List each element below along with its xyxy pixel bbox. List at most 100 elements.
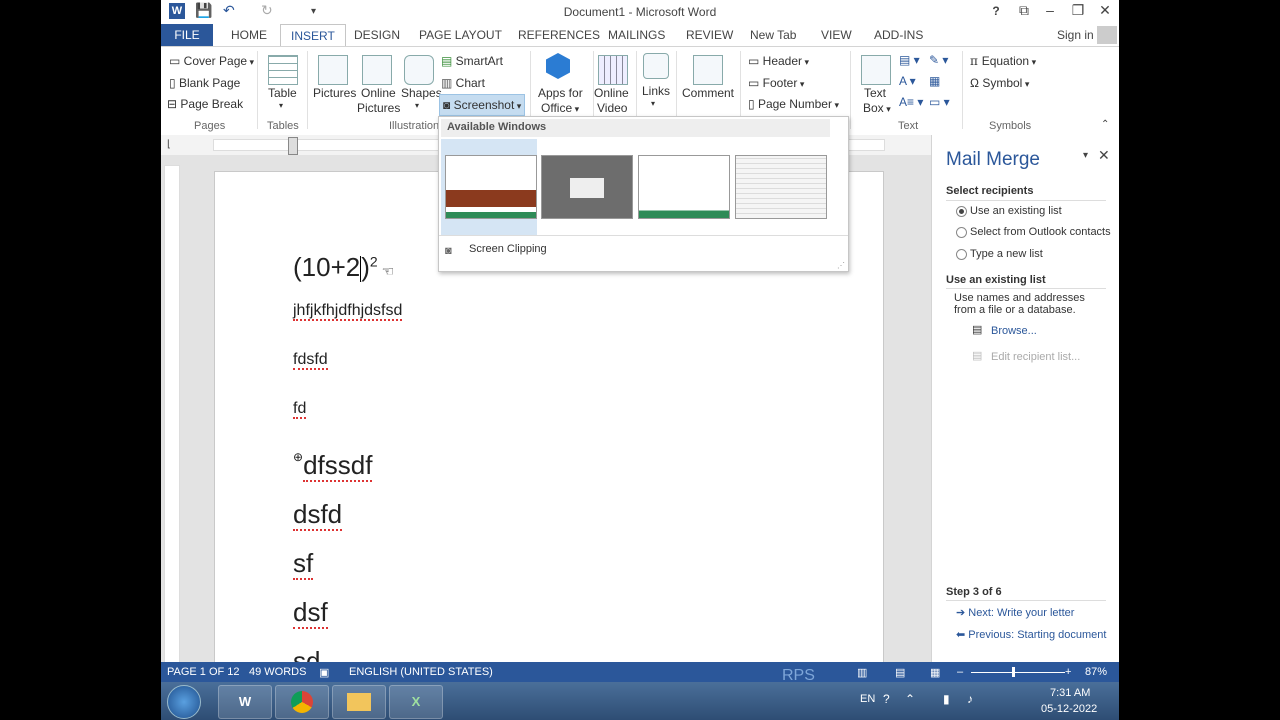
table-icon[interactable] [268,55,298,85]
zoom-in-button[interactable]: + [1065,666,1071,678]
web-layout-icon[interactable]: ▦ [930,666,940,679]
read-mode-icon[interactable]: ▥ [857,666,867,679]
pictures-icon[interactable] [318,55,348,85]
zoom-slider[interactable] [971,672,1065,673]
collapse-ribbon-icon[interactable]: ⌃ [1101,119,1109,130]
text-line[interactable]: dsfd [293,499,343,531]
radio-outlook-contacts[interactable] [956,227,967,238]
pane-close-icon[interactable]: ✕ [1098,147,1110,164]
window-thumbnail[interactable] [638,155,730,219]
screen-clipping-option[interactable]: Screen Clipping [469,243,547,255]
tab-view[interactable]: VIEW [821,28,852,42]
online-pictures-button[interactable]: Online [361,86,396,100]
text-line[interactable]: sf [293,548,314,580]
proofing-icon[interactable]: ▣ [319,666,329,679]
previous-step-link[interactable]: ⬅ Previous: Starting document [956,628,1106,641]
chart-button[interactable]: ▥ Chart [441,76,485,90]
option-label[interactable]: Use an existing list [970,205,1062,217]
pictures-button[interactable]: Pictures [313,86,356,100]
tab-file[interactable]: FILE [161,24,213,46]
tab-insert[interactable]: INSERT [280,24,346,47]
taskbar-word[interactable]: W [218,685,272,719]
tab-home[interactable]: HOME [231,28,267,42]
print-layout-icon[interactable]: ▤ [895,666,905,679]
shapes-icon[interactable] [404,55,434,85]
wordart-icon[interactable]: A ▾ [899,74,916,88]
move-handle-icon[interactable]: ⊕ [293,450,303,464]
window-thumbnail[interactable] [735,155,827,219]
shapes-dropdown-icon[interactable]: ▾ [415,101,419,110]
help-icon[interactable]: ? [883,692,890,706]
option-label[interactable]: Select from Outlook contacts [970,226,1111,238]
online-video-button[interactable]: Online [594,86,629,100]
shapes-button[interactable]: Shapes [401,86,442,100]
window-thumbnail[interactable] [445,155,537,219]
volume-icon[interactable]: ♪ [967,692,973,706]
text-box-icon[interactable] [861,55,891,85]
table-dropdown-icon[interactable]: ▾ [279,101,283,110]
pane-options-icon[interactable]: ▾ [1083,150,1088,161]
sign-in-link[interactable]: Sign in [1057,28,1094,42]
next-step-link[interactable]: ➔ Next: Write your letter [956,606,1074,619]
help-button[interactable]: ? [984,4,1008,18]
blank-page-button[interactable]: ▯ Blank Page [169,76,240,90]
radio-new-list[interactable] [956,249,967,260]
date-time-icon[interactable]: ▦ [929,74,940,88]
symbol-button[interactable]: Ω Symbol ▾ [970,76,1029,90]
word-count[interactable]: 49 WORDS [249,666,306,678]
text-box-button[interactable]: Text [864,86,886,100]
links-dropdown-icon[interactable]: ▾ [651,99,655,108]
drop-cap-icon[interactable]: A≡ ▾ [899,95,923,109]
option-label[interactable]: Type a new list [970,248,1043,260]
clock-time[interactable]: 7:31 AM [1050,687,1090,699]
tab-new-tab[interactable]: New Tab [750,28,796,42]
online-pictures-icon[interactable] [362,55,392,85]
minimize-button[interactable]: – [1038,2,1062,18]
text-line[interactable]: fdsfd [293,351,328,370]
page-number-button[interactable]: ▯ Page Number ▾ [748,97,839,111]
avatar[interactable] [1097,26,1117,44]
screenshot-button[interactable]: ◙ Screenshot ▾ [439,94,526,116]
taskbar-excel[interactable]: X [389,685,443,719]
window-thumbnail[interactable] [541,155,633,219]
footer-button[interactable]: ▭ Footer ▾ [748,76,804,90]
zoom-out-button[interactable]: – [957,666,963,678]
comment-icon[interactable] [693,55,723,85]
tab-page-layout[interactable]: PAGE LAYOUT [419,28,502,42]
taskbar-explorer[interactable] [332,685,386,719]
tab-design[interactable]: DESIGN [354,28,400,42]
comment-button[interactable]: Comment [682,86,734,100]
page-count[interactable]: PAGE 1 OF 12 [167,666,240,678]
language-indicator[interactable]: ENGLISH (UNITED STATES) [349,666,493,678]
tray-arrow-icon[interactable]: ⌃ [905,692,915,706]
equation-button[interactable]: π Equation ▾ [970,54,1036,68]
tab-review[interactable]: REVIEW [686,28,733,42]
tab-mailings[interactable]: MAILINGS [608,28,665,42]
taskbar-chrome[interactable] [275,685,329,719]
zoom-level[interactable]: 87% [1085,666,1107,678]
equation-line[interactable]: (10+2)2 ☜ [293,252,394,283]
apps-for-office-icon[interactable] [546,53,570,79]
online-video-icon[interactable] [598,55,628,85]
table-button[interactable]: Table [268,86,297,100]
links-icon[interactable] [643,53,669,79]
tab-references[interactable]: REFERENCES [518,28,600,42]
start-button[interactable] [167,685,201,719]
page-break-button[interactable]: ⊟ Page Break [167,97,243,111]
smartart-button[interactable]: ▤ SmartArt [441,54,503,68]
quick-parts-icon[interactable]: ▤ ▾ [899,53,920,67]
indent-marker-icon[interactable] [288,137,298,155]
clock-date[interactable]: 05-12-2022 [1041,703,1097,715]
zoom-slider-thumb[interactable] [1012,667,1015,677]
apps-for-office-button[interactable]: Apps for [538,86,583,100]
links-button[interactable]: Links [642,84,670,98]
radio-existing-list[interactable] [956,206,967,217]
tab-selector-icon[interactable]: ⌊ [167,139,171,150]
text-line[interactable]: fd [293,400,307,419]
close-button[interactable]: ✕ [1093,2,1117,19]
text-line[interactable]: ⊕dfssdf [293,450,373,482]
restore-button[interactable]: ❐ [1066,2,1090,19]
text-line[interactable]: jhfjkfhjdfhjdsfsd [293,302,403,321]
network-icon[interactable]: ▮ [943,692,950,706]
ribbon-display-icon[interactable]: ⧉ [1012,2,1036,19]
